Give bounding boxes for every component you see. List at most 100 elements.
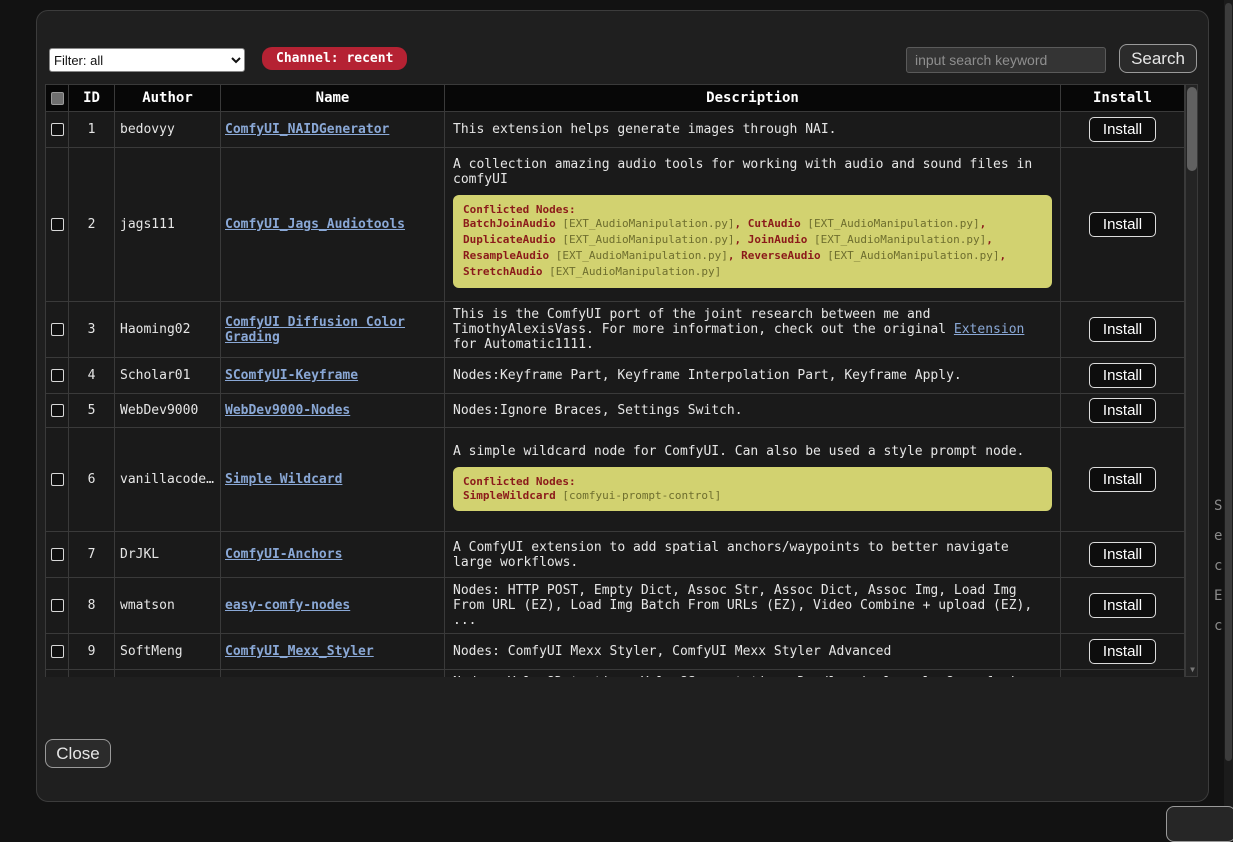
- row-install-cell: Install: [1061, 578, 1185, 634]
- conflicted-nodes-list: BatchJoinAudio [EXT_AudioManipulation.py…: [463, 216, 1042, 280]
- row-name-cell: WebDev9000-Nodes: [221, 394, 445, 428]
- row-checkbox[interactable]: [51, 548, 64, 561]
- node-name-link[interactable]: ComfyUI_Jags_Audiotools: [225, 217, 405, 232]
- description-text: Nodes: HTTP POST, Empty Dict, Assoc Str,…: [453, 583, 1052, 628]
- row-name-cell: ComfyUI_NAIDGenerator: [221, 112, 445, 148]
- edge-text-fragment: S: [1214, 498, 1222, 514]
- search-button[interactable]: Search: [1119, 44, 1197, 73]
- table-row: 9SoftMengComfyUI_Mexx_StylerNodes: Comfy…: [46, 634, 1185, 670]
- custom-nodes-manager-dialog: Filter: all Channel: recent Search ID Au…: [36, 10, 1209, 802]
- row-checkbox[interactable]: [51, 473, 64, 486]
- row-install-cell: Install: [1061, 670, 1185, 678]
- background-edge-strip: SecEc: [1210, 0, 1224, 815]
- row-install-cell: Install: [1061, 394, 1185, 428]
- table-scrollbar[interactable]: ▼: [1185, 84, 1198, 677]
- row-id: 2: [69, 148, 115, 302]
- edge-text-fragment: c: [1214, 558, 1222, 574]
- row-id: 4: [69, 358, 115, 394]
- row-id: 7: [69, 532, 115, 578]
- node-name-link[interactable]: easy-comfy-nodes: [225, 598, 350, 613]
- row-name-cell: ComfyUI Diffusion Color Grading: [221, 302, 445, 358]
- row-checkbox-cell: [46, 670, 69, 678]
- header-checkbox-cell: [46, 85, 69, 112]
- row-author: wmatson: [115, 578, 221, 634]
- install-button[interactable]: Install: [1089, 212, 1156, 237]
- description-link[interactable]: Extension: [954, 322, 1024, 337]
- select-all-checkbox[interactable]: [51, 92, 64, 105]
- row-description: A ComfyUI extension to add spatial ancho…: [445, 532, 1061, 578]
- node-name-link[interactable]: ComfyUI Diffusion Color Grading: [225, 315, 405, 345]
- node-name-link[interactable]: ComfyUI_NAIDGenerator: [225, 122, 389, 137]
- row-author: WebDev9000: [115, 394, 221, 428]
- install-button[interactable]: Install: [1089, 398, 1156, 423]
- scrollbar-down-arrow[interactable]: ▼: [1187, 665, 1198, 675]
- row-author: DrJKL: [115, 532, 221, 578]
- row-checkbox[interactable]: [51, 218, 64, 231]
- search-input[interactable]: [906, 47, 1106, 73]
- row-install-cell: Install: [1061, 148, 1185, 302]
- row-description: Nodes:Ignore Braces, Settings Switch.: [445, 394, 1061, 428]
- conflicted-nodes-list: SimpleWildcard [comfyui-prompt-control]: [463, 488, 1042, 504]
- row-checkbox[interactable]: [51, 599, 64, 612]
- page-scrollbar-thumb[interactable]: [1225, 3, 1232, 761]
- header-id: ID: [69, 85, 115, 112]
- node-name-link[interactable]: ComfyUI-Anchors: [225, 547, 342, 562]
- header-install: Install: [1061, 85, 1185, 112]
- table-row: 5WebDev9000 WebDev9000-Nodes Nodes:Ignore …: [46, 394, 1185, 428]
- install-button[interactable]: Install: [1089, 593, 1156, 618]
- row-install-cell: Install: [1061, 112, 1185, 148]
- row-author: bedovyy: [115, 112, 221, 148]
- description-text: Nodes: ComfyUI Mexx Styler, ComfyUI Mexx…: [453, 644, 1052, 659]
- row-checkbox[interactable]: [51, 404, 64, 417]
- table-row: 3Haoming02ComfyUI Diffusion Color Gradin…: [46, 302, 1185, 358]
- row-name-cell: ComfyUI_Jags_Audiotools: [221, 148, 445, 302]
- row-checkbox[interactable]: [51, 369, 64, 382]
- description-text: Nodes:Keyframe Part, Keyframe Interpolat…: [453, 368, 1052, 383]
- row-install-cell: Install: [1061, 428, 1185, 532]
- row-install-cell: Install: [1061, 532, 1185, 578]
- table-scrollbar-thumb[interactable]: [1187, 87, 1197, 171]
- table-row: 8wmatsoneasy-comfy-nodesNodes: HTTP POST…: [46, 578, 1185, 634]
- row-checkbox-cell: [46, 394, 69, 428]
- row-checkbox[interactable]: [51, 323, 64, 336]
- header-name: Name: [221, 85, 445, 112]
- table-body: 1bedovyyComfyUI_NAIDGeneratorThis extens…: [46, 112, 1185, 678]
- node-name-link[interactable]: Simple Wildcard: [225, 472, 342, 487]
- install-button[interactable]: Install: [1089, 317, 1156, 342]
- description-text: Nodes: Yolov8Detection, Yolov8Segmentati…: [453, 675, 1052, 677]
- table-row: 6vanillacode…Simple WildcardA simple wil…: [46, 428, 1185, 532]
- row-name-cell: Simple Wildcard: [221, 428, 445, 532]
- description-text: Nodes:Ignore Braces, Settings Switch.: [453, 403, 1052, 418]
- description-text: A simple wildcard node for ComfyUI. Can …: [453, 444, 1052, 459]
- node-name-link[interactable]: SComfyUI-Keyframe: [225, 368, 358, 383]
- partial-corner-button[interactable]: [1166, 806, 1233, 842]
- install-button[interactable]: Install: [1089, 542, 1156, 567]
- row-checkbox-cell: [46, 634, 69, 670]
- channel-badge: Channel: recent: [262, 47, 407, 70]
- header-description: Description: [445, 85, 1061, 112]
- row-install-cell: Install: [1061, 358, 1185, 394]
- description-text: This is the ComfyUI port of the joint re…: [453, 307, 1052, 352]
- conflicted-nodes-title: Conflicted Nodes:: [463, 203, 1042, 216]
- row-checkbox-cell: [46, 112, 69, 148]
- row-author: jags111: [115, 148, 221, 302]
- install-button[interactable]: Install: [1089, 363, 1156, 388]
- install-button[interactable]: Install: [1089, 639, 1156, 664]
- install-button[interactable]: Install: [1089, 467, 1156, 492]
- page-scrollbar[interactable]: [1224, 0, 1233, 815]
- conflicted-nodes-box: Conflicted Nodes:BatchJoinAudio [EXT_Aud…: [453, 195, 1052, 288]
- row-checkbox-cell: [46, 148, 69, 302]
- filter-select[interactable]: Filter: all: [49, 48, 245, 72]
- node-name-link[interactable]: ComfyUI_Mexx_Styler: [225, 644, 374, 659]
- close-button[interactable]: Close: [45, 739, 111, 768]
- node-name-link[interactable]: WebDev9000-Nodes: [225, 403, 350, 418]
- table-row: 10zcfrank1stComfyUI Yolov8Nodes: Yolov8D…: [46, 670, 1185, 678]
- row-description: Nodes: ComfyUI Mexx Styler, ComfyUI Mexx…: [445, 634, 1061, 670]
- row-checkbox[interactable]: [51, 645, 64, 658]
- install-button[interactable]: Install: [1089, 117, 1156, 142]
- row-checkbox[interactable]: [51, 123, 64, 136]
- row-id: 5: [69, 394, 115, 428]
- row-name-cell: ComfyUI Yolov8: [221, 670, 445, 678]
- table-row: 7DrJKL ComfyUI-Anchors A ComfyUI extension…: [46, 532, 1185, 578]
- row-install-cell: Install: [1061, 302, 1185, 358]
